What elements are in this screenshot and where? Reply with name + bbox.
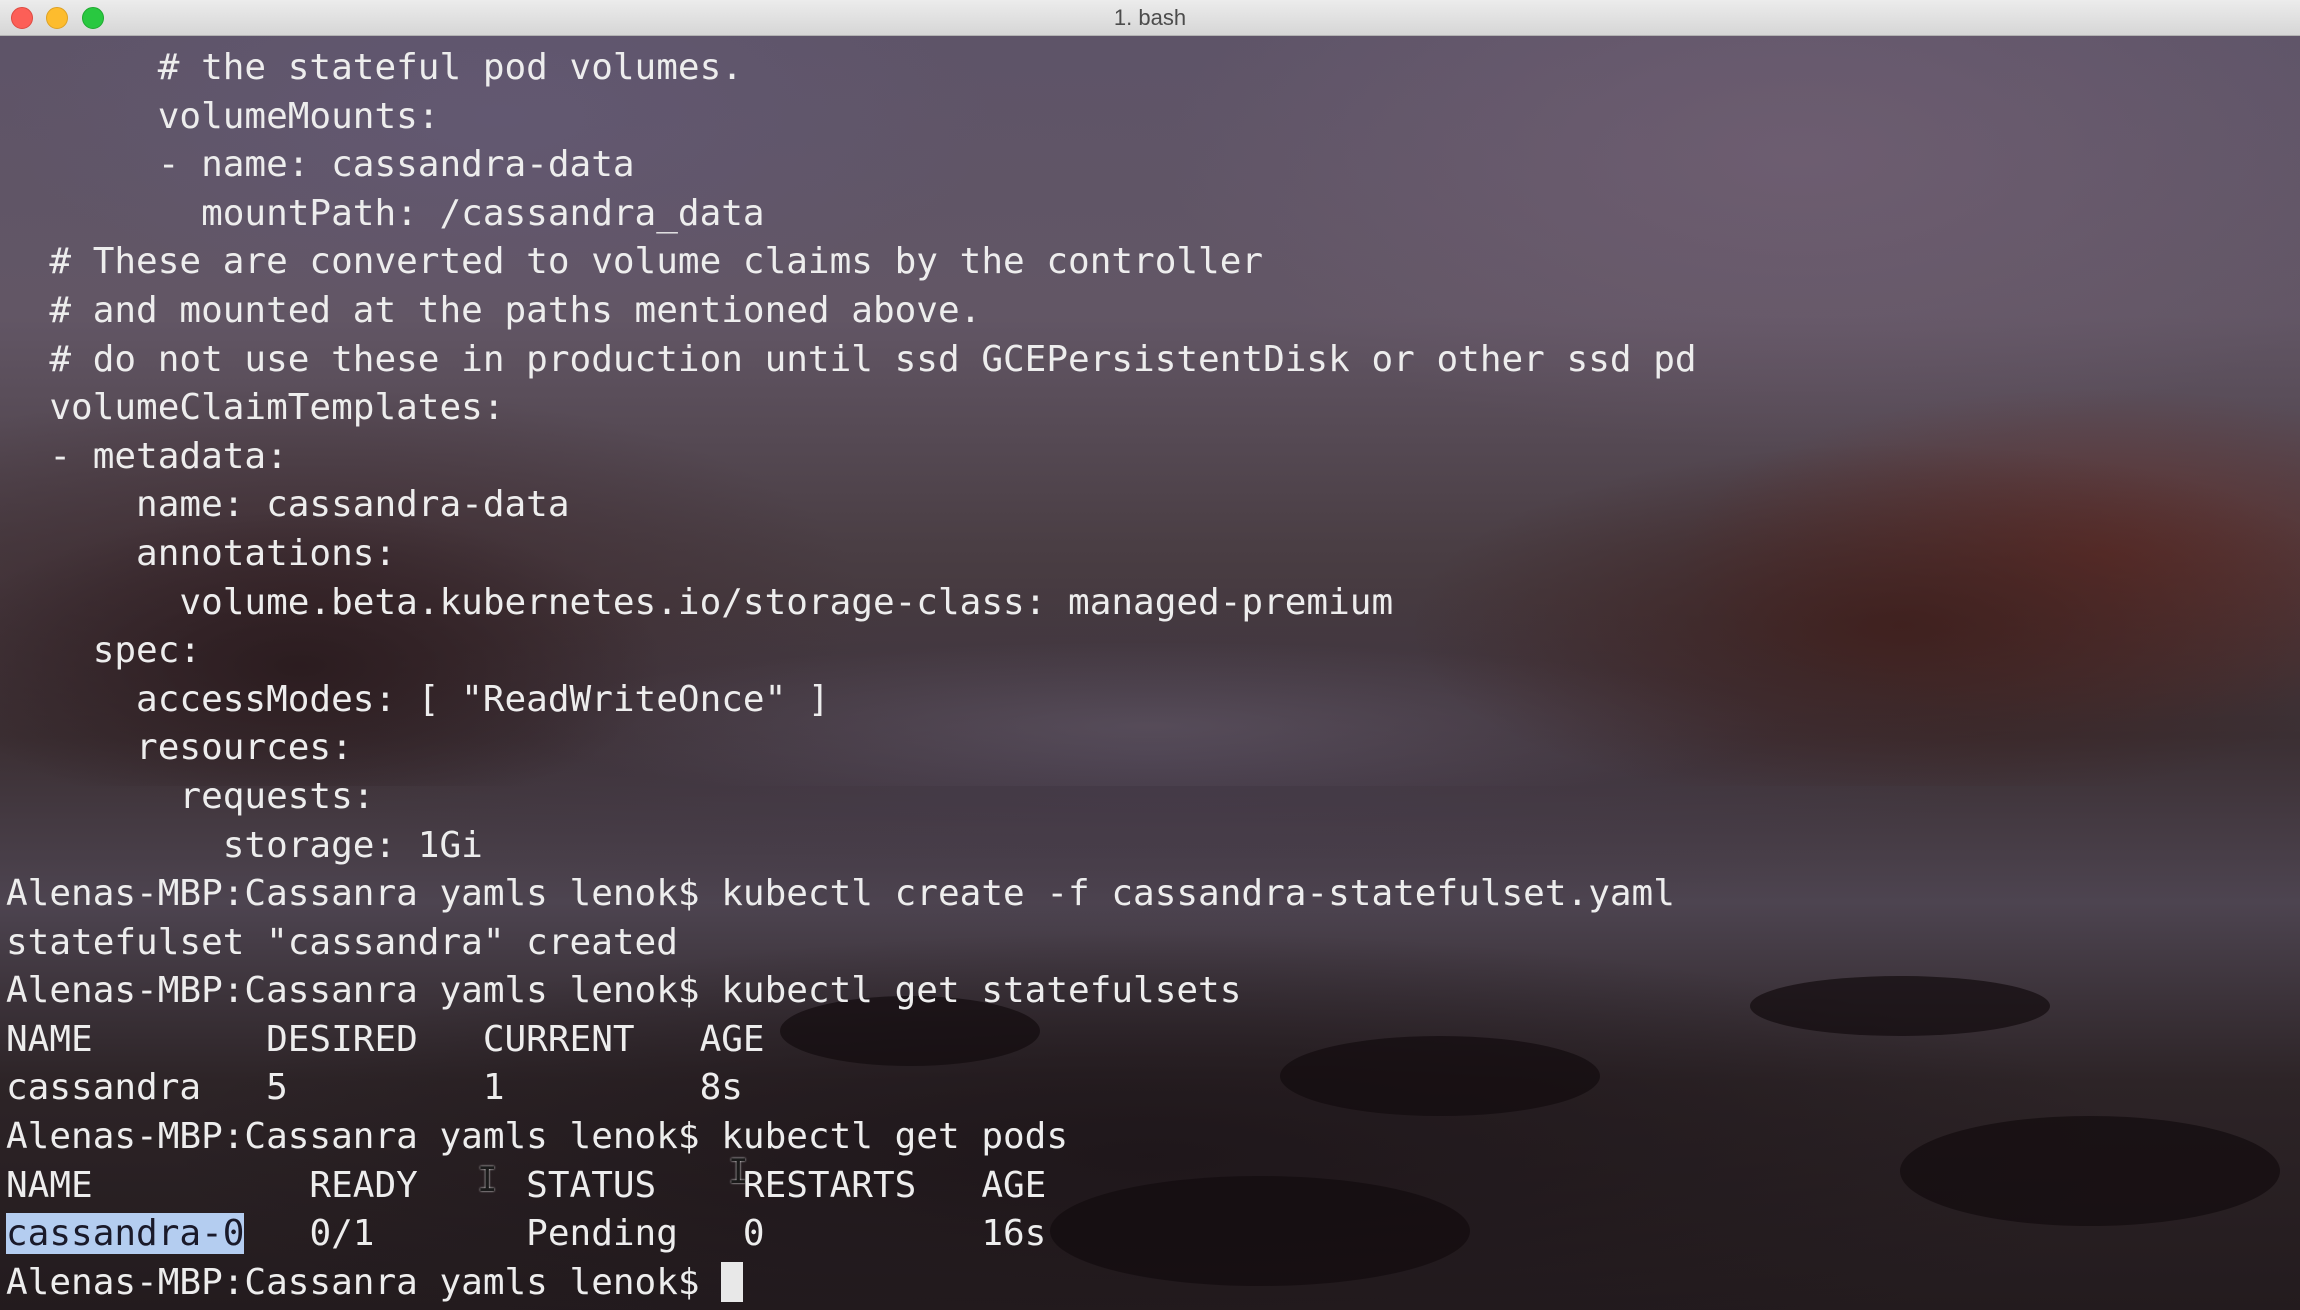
terminal-line: storage: 1Gi bbox=[6, 824, 483, 866]
terminal-line: name: cassandra-data bbox=[6, 484, 570, 526]
terminal-output: # the stateful pod volumes. volumeMounts… bbox=[6, 44, 1697, 1307]
selected-text[interactable]: cassandra-0 bbox=[6, 1213, 245, 1255]
pod-row-values: 0/1 Pending 0 16s bbox=[244, 1213, 1047, 1255]
command-output-line: statefulset "cassandra" created bbox=[6, 921, 678, 963]
text-cursor bbox=[721, 1261, 744, 1302]
terminal-line: annotations: bbox=[6, 532, 397, 574]
background-rock bbox=[1900, 1116, 2280, 1226]
ibeam-cursor-icon: I bbox=[477, 1160, 498, 1200]
table-header-row: NAME READY STATUS RESTARTS AGE bbox=[6, 1164, 1047, 1206]
window-title: 1. bash bbox=[1113, 5, 1187, 30]
terminal-window: 1. bash # the stateful pod volumes. volu… bbox=[0, 0, 2300, 1310]
title-bar[interactable]: 1. bash bbox=[0, 0, 2300, 36]
terminal-line: # and mounted at the paths mentioned abo… bbox=[6, 289, 982, 331]
terminal-line: resources: bbox=[6, 727, 353, 769]
terminal-line: # the stateful pod volumes. bbox=[6, 47, 743, 88]
background-rock bbox=[1750, 976, 2050, 1036]
terminal-line: mountPath: /cassandra_data bbox=[6, 192, 765, 234]
shell-prompt: Alenas-MBP:Cassanra yamls lenok$ bbox=[6, 1261, 722, 1303]
terminal-line: - metadata: bbox=[6, 435, 288, 477]
terminal-line: # These are converted to volume claims b… bbox=[6, 241, 1264, 283]
table-row: cassandra 5 1 8s bbox=[6, 1067, 743, 1109]
terminal-line: - name: cassandra-data bbox=[6, 144, 635, 186]
terminal-line: volumeClaimTemplates: bbox=[6, 387, 505, 429]
active-prompt-line[interactable]: Alenas-MBP:Cassanra yamls lenok$ bbox=[6, 1259, 1697, 1308]
command-line: Alenas-MBP:Cassanra yamls lenok$ kubectl… bbox=[6, 873, 1675, 915]
terminal-content[interactable]: # the stateful pod volumes. volumeMounts… bbox=[0, 36, 2300, 1310]
table-row: cassandra-0 0/1 Pending 0 16s bbox=[6, 1210, 1697, 1259]
command-line: Alenas-MBP:Cassanra yamls lenok$ kubectl… bbox=[6, 970, 1242, 1012]
table-header-row: NAME DESIRED CURRENT AGE bbox=[6, 1018, 765, 1060]
terminal-line: volumeMounts: bbox=[6, 95, 440, 137]
terminal-line: requests: bbox=[6, 775, 375, 817]
terminal-line: spec: bbox=[6, 630, 202, 672]
command-line: Alenas-MBP:Cassanra yamls lenok$ kubectl… bbox=[6, 1116, 1069, 1158]
terminal-line: volume.beta.kubernetes.io/storage-class:… bbox=[6, 581, 1394, 623]
ibeam-cursor-icon: I bbox=[728, 1152, 749, 1192]
terminal-line: accessModes: [ "ReadWriteOnce" ] bbox=[6, 678, 830, 720]
terminal-line: # do not use these in production until s… bbox=[6, 338, 1697, 380]
